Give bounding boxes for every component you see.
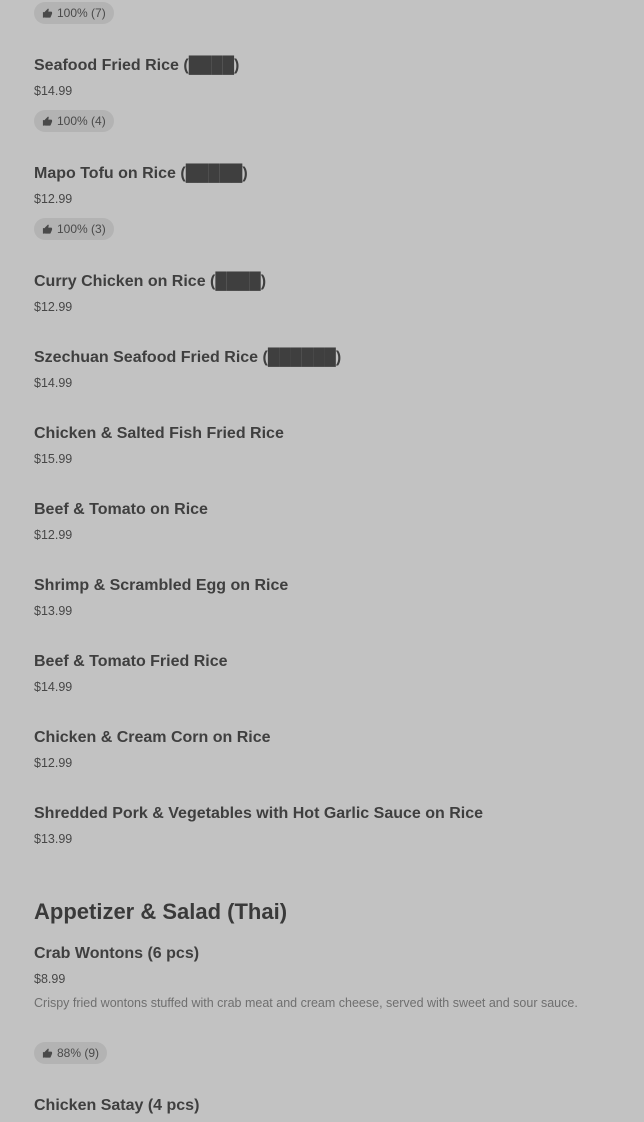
section-title: Appetizer & Salad (Thai) [34,899,288,924]
rating-text: 88% (9) [57,1046,100,1060]
rating-badge: 100% (7) [34,2,114,24]
menu-item-name[interactable]: Shrimp & Scrambled Egg on Rice [34,576,288,596]
menu-item-price: $15.99 [34,452,73,466]
menu-item-name[interactable]: Chicken & Salted Fish Fried Rice [34,424,284,444]
menu-item-description: Crispy fried wontons stuffed with crab m… [34,996,578,1010]
menu-item-name[interactable]: Curry Chicken on Rice (████) [34,272,266,292]
menu-item-price: $12.99 [34,300,73,314]
menu-item-name[interactable]: Crab Wontons (6 pcs) [34,944,199,964]
menu-item-price: $12.99 [34,756,73,770]
menu-item-name[interactable]: Beef & Tomato Fried Rice [34,652,228,672]
rating-text: 100% (4) [57,114,106,128]
menu-item-name[interactable]: Chicken Satay (4 pcs) [34,1096,199,1116]
menu-item-price: $12.99 [34,528,73,542]
menu-item-price: $14.99 [34,84,73,98]
menu-item-price: $13.99 [34,604,73,618]
thumbs-up-icon [42,223,53,234]
menu-item-name[interactable]: Beef & Tomato on Rice [34,500,208,520]
menu-item-name[interactable]: Shredded Pork & Vegetables with Hot Garl… [34,804,483,824]
menu-item-name[interactable]: Seafood Fried Rice (████) [34,56,239,76]
rating-badge: 100% (3) [34,218,114,240]
menu-item-price: $14.99 [34,680,73,694]
thumbs-up-icon [42,1047,53,1058]
rating-text: 100% (7) [57,6,106,20]
menu-item-name[interactable]: Chicken & Cream Corn on Rice [34,728,271,748]
menu-item-price: $12.99 [34,192,73,206]
rating-badge: 100% (4) [34,110,114,132]
menu-item-price: $8.99 [34,972,66,986]
menu-item-name[interactable]: Mapo Tofu on Rice (█████) [34,164,248,184]
rating-text: 100% (3) [57,222,106,236]
thumbs-up-icon [42,115,53,126]
menu-item-price: $13.99 [34,832,73,846]
rating-badge: 88% (9) [34,1042,108,1064]
menu-item-name[interactable]: Szechuan Seafood Fried Rice (██████) [34,348,341,368]
menu-item-price: $14.99 [34,376,73,390]
thumbs-up-icon [42,7,53,18]
